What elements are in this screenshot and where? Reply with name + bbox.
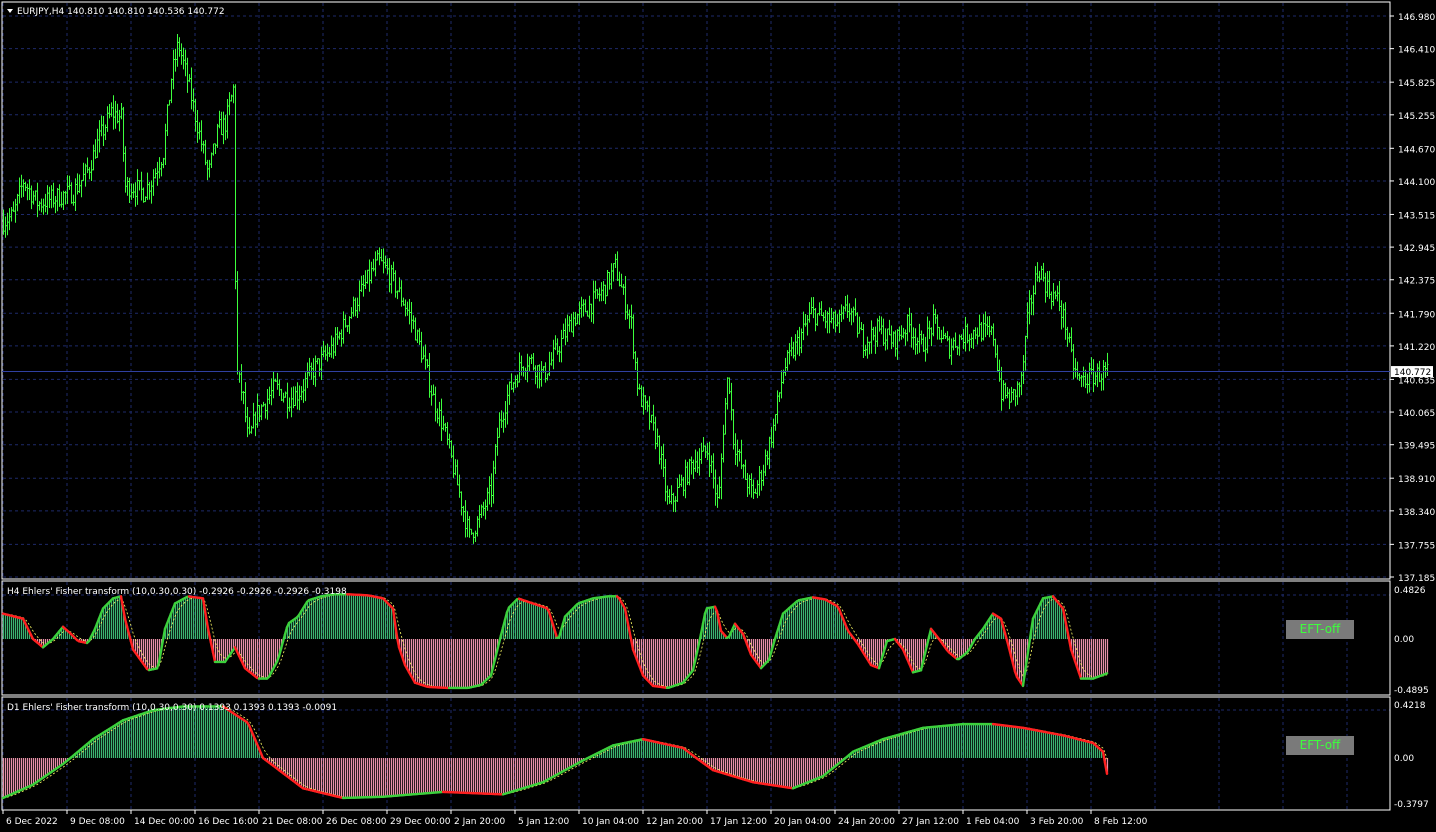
d1-scale-max: 0.4218	[1394, 701, 1426, 711]
h4-indicator-title: H4 Ehlers' Fisher transform (10,0.30,0.3…	[7, 587, 347, 597]
h4-fisher-segment	[497, 633, 503, 645]
time-tick-label: 12 Jan 20:00	[646, 817, 703, 827]
price-tick-label: 142.375	[1398, 277, 1435, 287]
time-tick-label: 5 Jan 12:00	[518, 817, 570, 827]
h4-fisher-segment	[207, 632, 213, 645]
h4-scale-min: -0.4895	[1394, 686, 1429, 696]
h4-fisher-segment	[629, 637, 635, 651]
symbol-menu-icon[interactable]	[7, 9, 13, 13]
h4-fisher-segment	[1027, 630, 1033, 647]
time-tick-label: 16 Dec 16:00	[198, 817, 259, 827]
d1-fisher-histogram	[2, 706, 1109, 798]
h4-fisher-segment	[701, 612, 707, 625]
time-tick-label: 3 Feb 20:00	[1030, 817, 1084, 827]
price-tick-label: 145.825	[1398, 79, 1435, 89]
main-chart-title: EURJPY,H4 140.810 140.810 140.536 140.77…	[17, 7, 225, 17]
price-tick-label: 146.410	[1398, 46, 1435, 56]
time-tick-label: 2 Jan 20:00	[454, 817, 506, 827]
h4-fisher-segment	[161, 627, 167, 642]
price-tick-label: 143.515	[1398, 211, 1435, 221]
time-tick-label: 17 Jan 12:00	[710, 817, 767, 827]
chart-grid	[2, 3, 1390, 809]
time-tick-label: 1 Feb 04:00	[966, 817, 1020, 827]
time-tick-label: 14 Dec 00:00	[134, 817, 195, 827]
price-tick-label: 140.065	[1398, 409, 1435, 419]
h4-fisher-lines	[1, 593, 1109, 690]
current-price-label: 140.772	[1394, 368, 1431, 378]
h4-scale-zero: 0.00	[1394, 635, 1414, 645]
time-axis: 6 Dec 2022 9 Dec 08:00 14 Dec 00:00 16 Dec …	[2, 810, 1148, 827]
price-tick-label: 144.100	[1398, 178, 1435, 188]
h4-fisher-segment	[1067, 637, 1073, 651]
price-axis: 146.980 146.410 145.825 145.255 144.670 144.1…	[1390, 13, 1435, 584]
d1-scale-zero: 0.00	[1394, 754, 1414, 764]
price-tick-label: 141.220	[1398, 343, 1435, 353]
time-tick-label: 26 Dec 08:00	[326, 817, 387, 827]
main-panel-frame	[1, 1, 1391, 580]
h4-fisher-segment	[1103, 672, 1109, 676]
d1-fisher-segment	[1103, 761, 1109, 775]
h4-fisher-segment	[395, 635, 401, 649]
d1-panel-frame	[1, 696, 1391, 811]
time-tick-label: 8 Feb 12:00	[1094, 817, 1148, 827]
time-tick-label: 10 Jan 04:00	[582, 817, 639, 827]
time-tick-label: 29 Dec 00:00	[390, 817, 451, 827]
price-tick-label: 142.945	[1398, 244, 1435, 254]
price-tick-label: 137.755	[1398, 541, 1435, 551]
price-tick-label: 146.980	[1398, 13, 1435, 23]
d1-eft-toggle-button[interactable]: EFT-off	[1286, 736, 1354, 755]
time-tick-label: 6 Dec 2022	[6, 817, 58, 827]
d1-fisher-segment	[1101, 750, 1107, 765]
price-tick-label: 138.340	[1398, 508, 1435, 518]
h4-scale-max: 0.4826	[1394, 586, 1426, 596]
price-series	[2, 34, 1109, 544]
price-tick-label: 138.910	[1398, 475, 1435, 485]
price-tick-label: 137.185	[1398, 574, 1435, 584]
h4-fisher-segment	[697, 632, 703, 645]
h4-fisher-segment	[1007, 646, 1013, 658]
price-tick-label: 145.255	[1398, 112, 1435, 122]
d1-indicator-title: D1 Ehlers' Fisher transform (10,0.30,0.3…	[7, 703, 337, 713]
h4-fisher-segment	[925, 635, 931, 647]
d1-scale-min: -0.3797	[1394, 800, 1429, 810]
time-tick-label: 21 Dec 08:00	[262, 817, 323, 827]
time-tick-label: 9 Dec 08:00	[70, 817, 125, 827]
price-tick-label: 139.495	[1398, 442, 1435, 452]
price-tick-label: 144.670	[1398, 145, 1435, 155]
h4-fisher-segment	[1011, 662, 1017, 673]
h4-fisher-segment	[209, 641, 215, 654]
h4-fisher-segment	[699, 622, 705, 636]
price-tick-label: 141.790	[1398, 310, 1435, 320]
h4-fisher-segment	[1029, 617, 1035, 634]
time-tick-label: 20 Jan 04:00	[774, 817, 831, 827]
trading-chart[interactable]: EURJPY,H4 140.810 140.810 140.536 140.77…	[0, 0, 1436, 832]
h4-fisher-segment	[211, 651, 217, 664]
h4-eft-toggle-button[interactable]: EFT-off	[1286, 620, 1354, 639]
time-tick-label: 27 Jan 12:00	[902, 817, 959, 827]
time-tick-label: 24 Jan 20:00	[838, 817, 895, 827]
h4-fisher-segment	[1009, 654, 1015, 665]
